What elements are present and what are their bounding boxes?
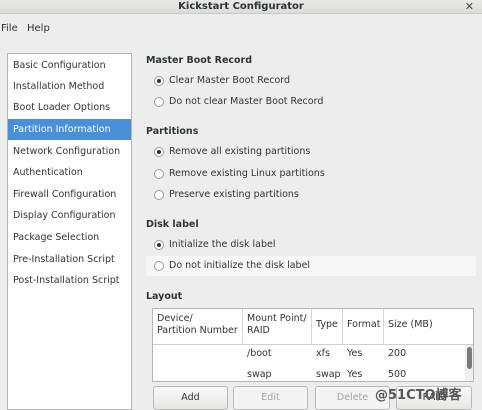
cell-size: 200 bbox=[388, 348, 407, 359]
cell-size: 500 bbox=[388, 369, 407, 380]
sidebar-item-partition-information[interactable]: Partition Information bbox=[8, 119, 131, 140]
disk-label-option-do-not-initialize[interactable]: Do not initialize the disk label bbox=[146, 256, 476, 276]
disk-label-option-initialize[interactable]: Initialize the disk label bbox=[146, 235, 476, 255]
partitions-option-remove-all[interactable]: Remove all existing partitions bbox=[146, 142, 476, 162]
radio-label: Do not clear Master Boot Record bbox=[169, 96, 324, 107]
radio-button-checked[interactable] bbox=[154, 147, 164, 157]
radio-label: Initialize the disk label bbox=[169, 239, 276, 250]
title-bar: Kickstart Configurator ✕ bbox=[0, 0, 482, 14]
column-header-mount-point[interactable]: Mount Point/ RAID bbox=[243, 309, 312, 345]
mbr-section-title: Master Boot Record bbox=[146, 55, 253, 66]
menu-file[interactable]: File bbox=[1, 23, 18, 34]
cell-mount-point: /boot bbox=[247, 348, 272, 359]
radio-button[interactable] bbox=[154, 261, 164, 271]
column-header-size[interactable]: Size (MB) bbox=[384, 309, 473, 345]
partitions-option-remove-linux[interactable]: Remove existing Linux partitions bbox=[146, 164, 476, 184]
cell-device bbox=[153, 344, 243, 364]
sidebar-item-display-configuration[interactable]: Display Configuration bbox=[8, 205, 131, 226]
sidebar-item-pre-installation-script[interactable]: Pre-Installation Script bbox=[8, 249, 131, 270]
close-icon[interactable]: ✕ bbox=[465, 0, 474, 13]
partitions-section-title: Partitions bbox=[146, 126, 199, 137]
radio-label: Remove all existing partitions bbox=[169, 146, 311, 157]
sidebar-item-package-selection[interactable]: Package Selection bbox=[8, 227, 131, 248]
watermark: @51CTO博客 bbox=[375, 388, 462, 403]
sidebar-item-boot-loader-options[interactable]: Boot Loader Options bbox=[8, 97, 131, 118]
radio-button-checked[interactable] bbox=[154, 76, 164, 86]
add-partition-button[interactable]: Add bbox=[153, 386, 228, 410]
sidebar-item-authentication[interactable]: Authentication bbox=[8, 162, 131, 183]
sidebar-item-network-configuration[interactable]: Network Configuration bbox=[8, 141, 131, 162]
cell-type: xfs bbox=[316, 348, 330, 359]
edit-partition-button[interactable]: Edit bbox=[233, 386, 308, 410]
radio-label: Preserve existing partitions bbox=[169, 189, 299, 200]
radio-button[interactable] bbox=[154, 169, 164, 179]
mbr-option-do-not-clear[interactable]: Do not clear Master Boot Record bbox=[146, 92, 476, 112]
menu-bar: File Help bbox=[0, 19, 482, 39]
sidebar: Basic Configuration Installation Method … bbox=[7, 53, 132, 410]
cell-format: Yes bbox=[347, 348, 363, 359]
column-header-format[interactable]: Format bbox=[343, 309, 384, 345]
layout-section-title: Layout bbox=[146, 291, 183, 302]
scrollbar-thumb[interactable] bbox=[467, 347, 472, 369]
radio-button[interactable] bbox=[154, 190, 164, 200]
cell-format: Yes bbox=[347, 369, 363, 380]
radio-label: Clear Master Boot Record bbox=[169, 75, 291, 86]
radio-button[interactable] bbox=[154, 97, 164, 107]
radio-label: Remove existing Linux partitions bbox=[169, 168, 325, 179]
table-scrollbar[interactable] bbox=[465, 345, 473, 381]
partition-layout-table: Device/ Partition Number Mount Point/ RA… bbox=[152, 308, 474, 382]
radio-label: Do not initialize the disk label bbox=[169, 260, 311, 271]
partitions-option-preserve[interactable]: Preserve existing partitions bbox=[146, 185, 476, 205]
column-header-type[interactable]: Type bbox=[312, 309, 343, 345]
column-header-device[interactable]: Device/ Partition Number bbox=[153, 309, 243, 345]
sidebar-item-installation-method[interactable]: Installation Method bbox=[8, 76, 131, 97]
window-title: Kickstart Configurator bbox=[178, 1, 304, 12]
menu-help[interactable]: Help bbox=[27, 23, 50, 34]
mbr-option-clear[interactable]: Clear Master Boot Record bbox=[146, 71, 476, 91]
radio-button-checked[interactable] bbox=[154, 240, 164, 250]
sidebar-item-post-installation-script[interactable]: Post-Installation Script bbox=[8, 270, 131, 291]
cell-type: swap bbox=[316, 369, 341, 380]
cell-mount-point: swap bbox=[247, 369, 272, 380]
disk-label-section-title: Disk label bbox=[146, 219, 199, 230]
sidebar-item-firewall-configuration[interactable]: Firewall Configuration bbox=[8, 184, 131, 205]
cell-device bbox=[153, 365, 243, 381]
sidebar-item-basic-configuration[interactable]: Basic Configuration bbox=[8, 55, 131, 76]
